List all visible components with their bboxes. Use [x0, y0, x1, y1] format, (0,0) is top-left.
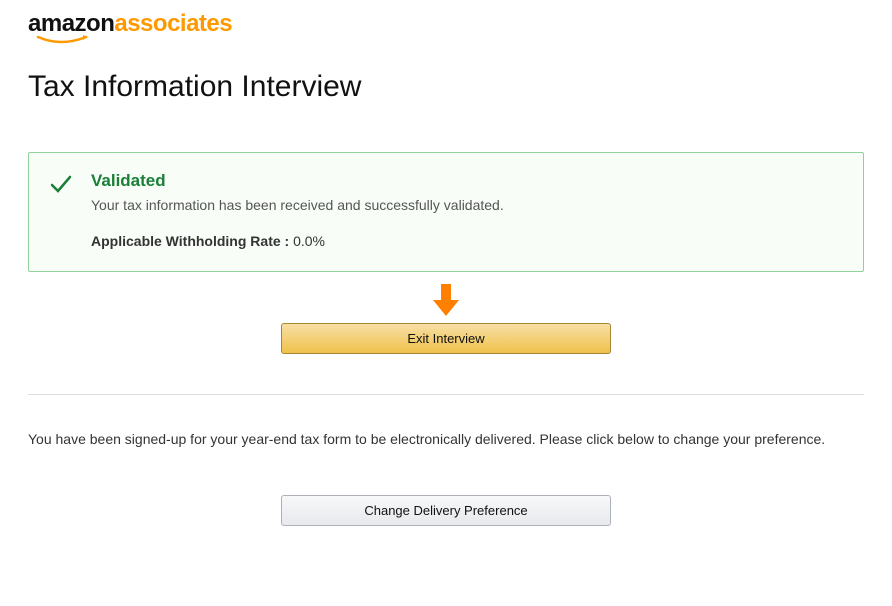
logo-brand-first: amazon — [28, 10, 114, 37]
arrow-pointer — [28, 284, 864, 323]
logo-brand-second: associates — [114, 10, 232, 37]
arrow-down-icon — [431, 284, 461, 323]
withholding-label: Applicable Withholding Rate : — [91, 233, 293, 249]
exit-interview-button[interactable]: Exit Interview — [281, 323, 611, 354]
delivery-preference-message: You have been signed-up for your year-en… — [28, 431, 864, 447]
amazon-associates-logo: amazonassociates — [28, 10, 864, 52]
section-divider — [28, 394, 864, 395]
checkmark-icon — [49, 173, 73, 200]
status-message: Your tax information has been received a… — [91, 197, 843, 213]
page-title: Tax Information Interview — [28, 70, 864, 104]
status-title: Validated — [91, 171, 843, 191]
validation-status-box: Validated Your tax information has been … — [28, 152, 864, 272]
change-delivery-preference-button[interactable]: Change Delivery Preference — [281, 495, 611, 526]
status-content: Validated Your tax information has been … — [91, 171, 843, 249]
withholding-rate: Applicable Withholding Rate : 0.0% — [91, 233, 843, 249]
withholding-value: 0.0% — [293, 233, 325, 249]
